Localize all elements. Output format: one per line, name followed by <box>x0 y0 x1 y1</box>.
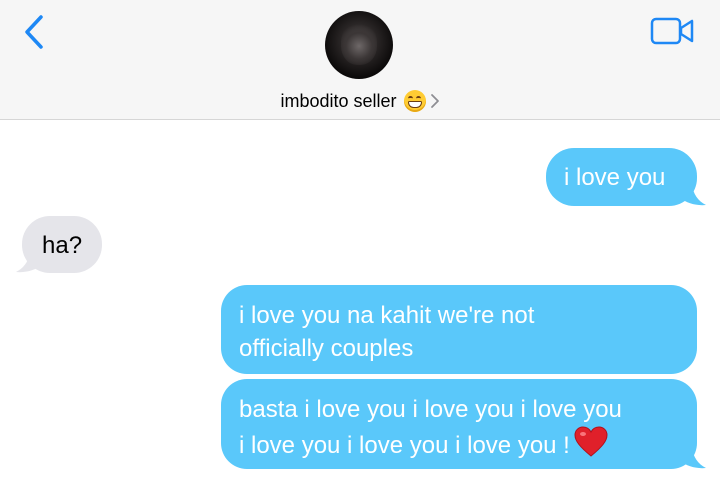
conversation-header: imbodito seller <box>0 0 720 120</box>
contact-avatar[interactable] <box>325 11 393 79</box>
message-text: i love you i love you i love you ! <box>239 432 570 459</box>
bubble-tail <box>680 184 706 206</box>
red-heart-icon <box>574 426 608 457</box>
video-camera-icon[interactable] <box>650 16 695 46</box>
contact-name: imbodito seller <box>280 90 397 111</box>
chevron-right-icon <box>430 94 439 108</box>
message-text: officially couples <box>239 335 414 362</box>
sent-message-bubble[interactable]: i love you na kahit we're not officially… <box>221 285 697 374</box>
message-text: ha? <box>42 232 83 259</box>
sent-message-bubble[interactable]: basta i love you i love you i love you i… <box>221 379 697 469</box>
bubble-tail <box>680 447 706 469</box>
message-text: basta i love you i love you i love you <box>239 396 622 423</box>
message-text-with-emoji: i love you i love you i love you ! <box>239 426 687 462</box>
back-chevron-icon[interactable] <box>22 14 48 50</box>
sent-message-bubble[interactable]: i love you <box>546 148 697 206</box>
message-text: i love you na kahit we're not <box>239 302 535 329</box>
message-text: i love you <box>564 164 666 191</box>
bubble-tail <box>16 251 42 273</box>
grinning-face-icon <box>403 90 426 112</box>
contact-name-button[interactable]: imbodito seller <box>0 88 720 114</box>
avatar-photo <box>341 23 377 65</box>
